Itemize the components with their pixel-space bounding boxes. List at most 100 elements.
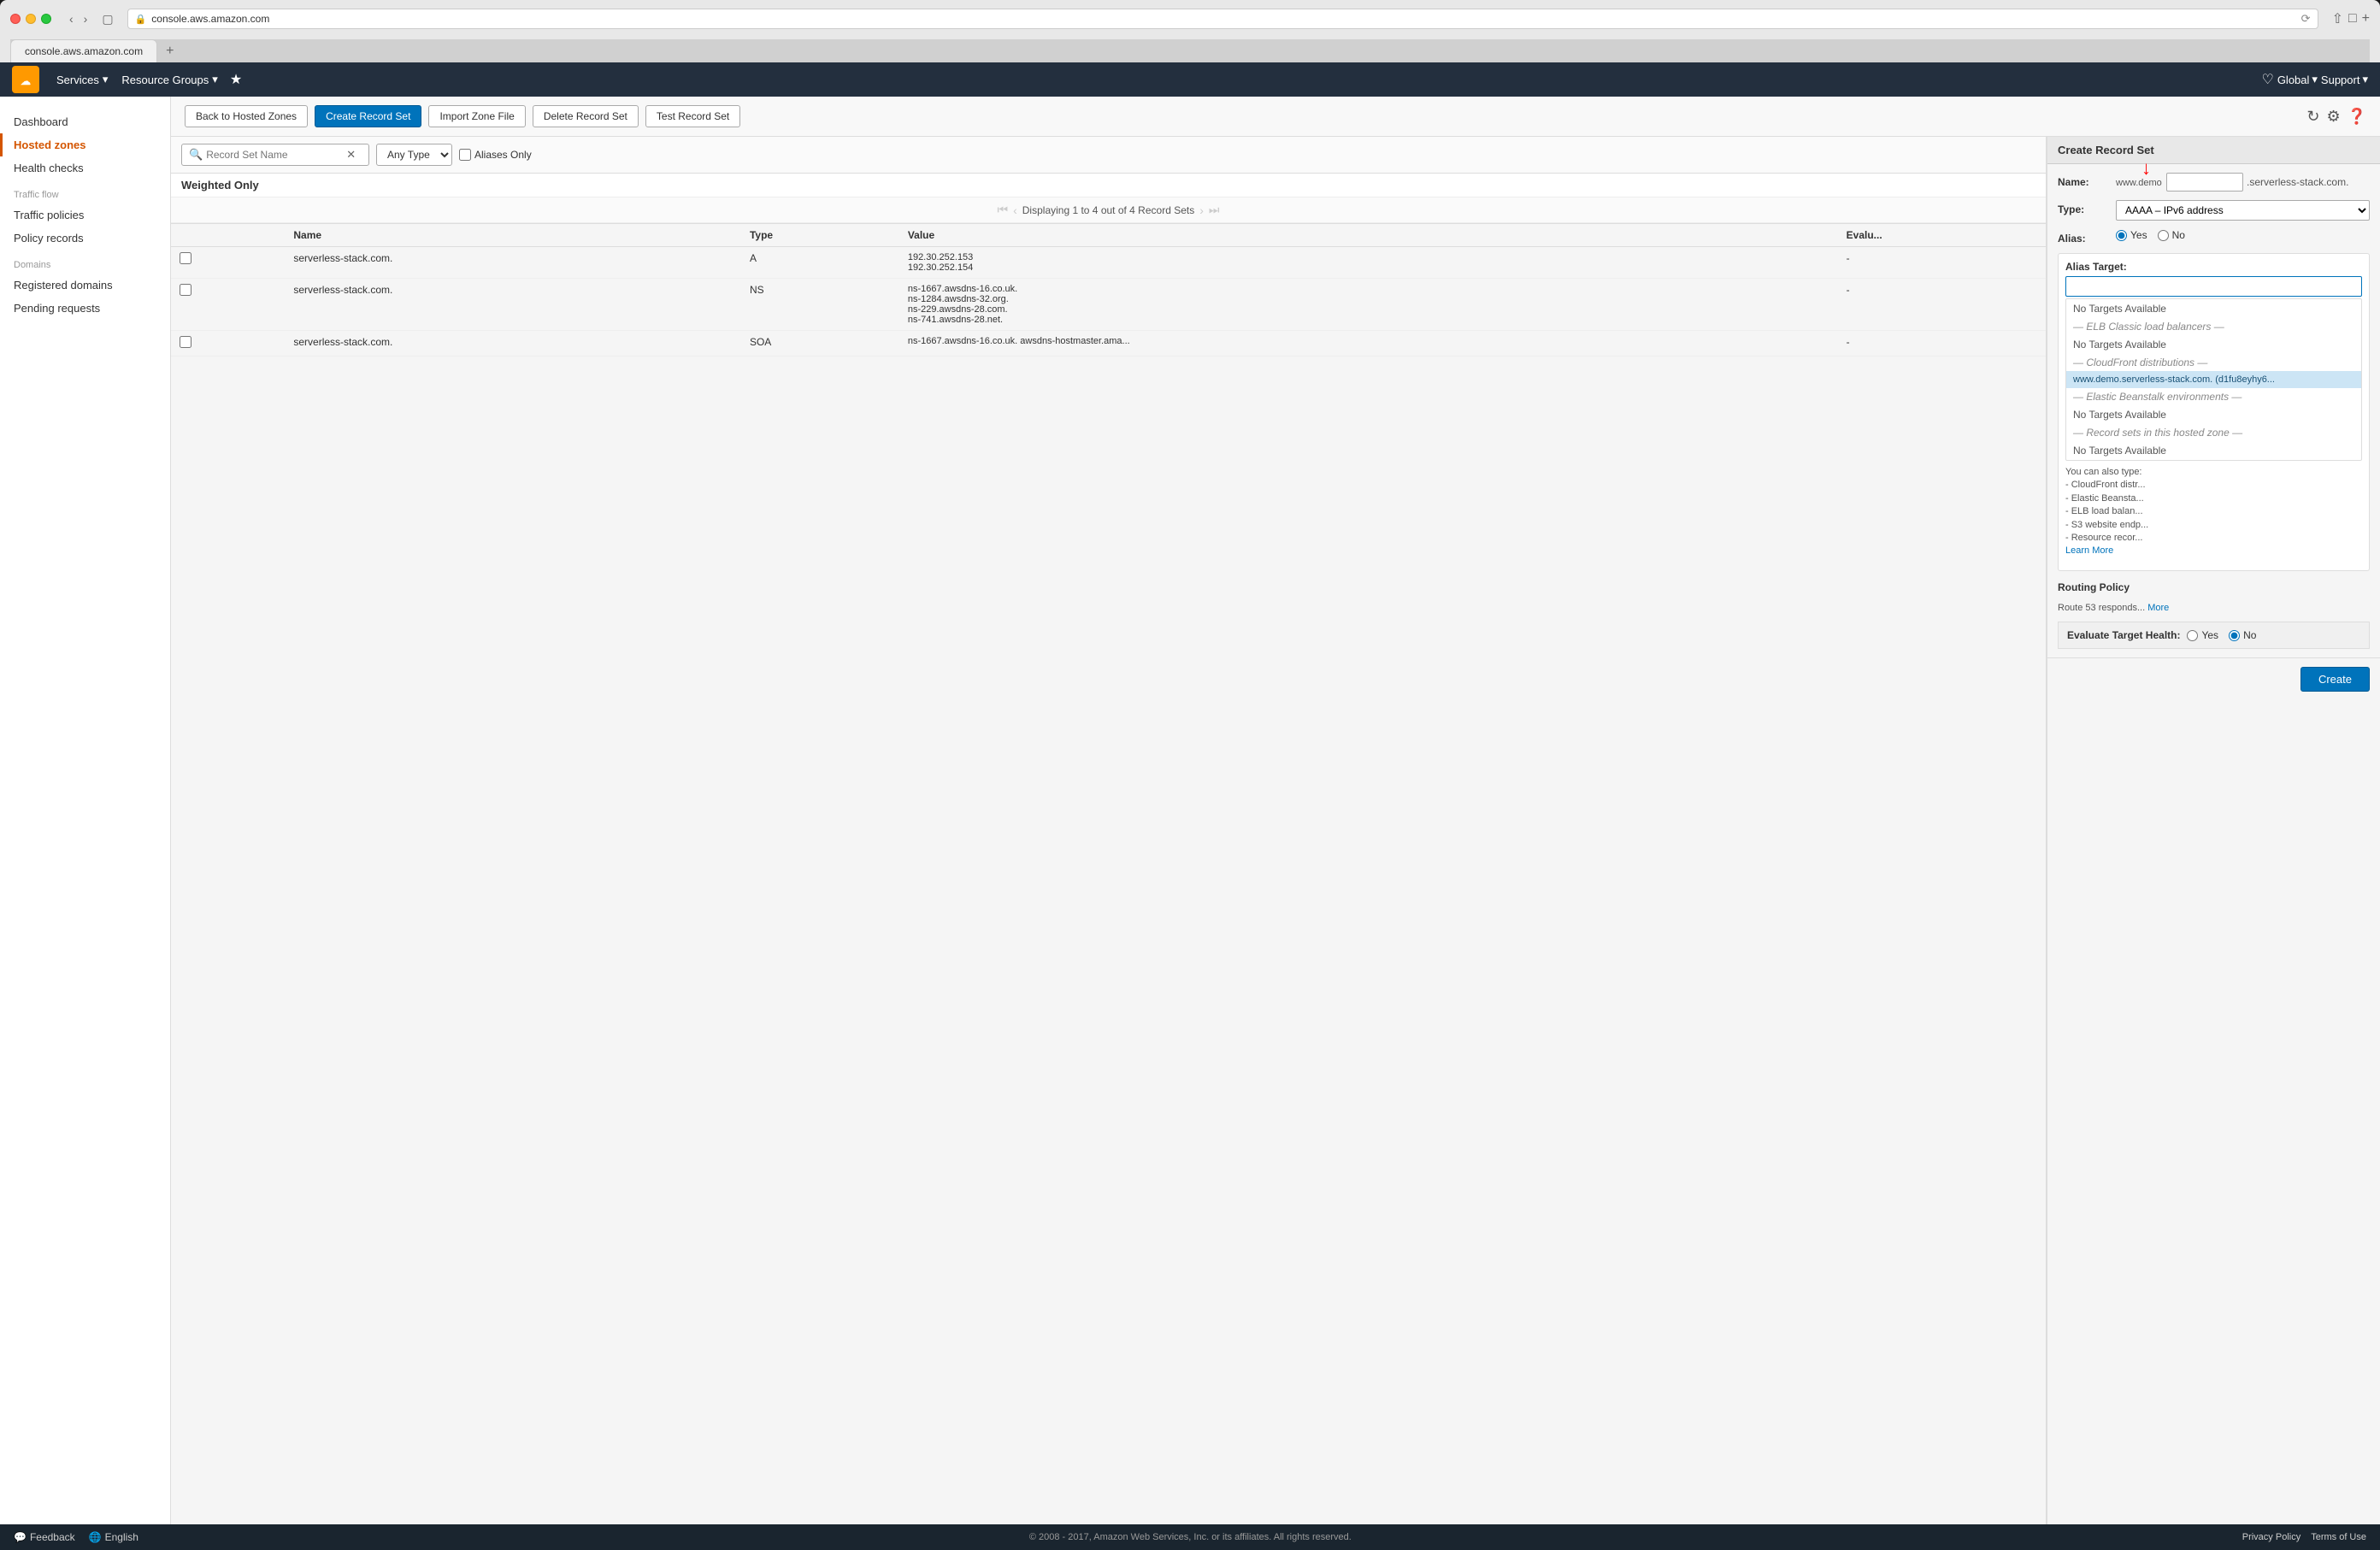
routing-policy-desc: Route 53 responds... More <box>2058 602 2370 615</box>
evaluate-yes-radio[interactable] <box>2187 630 2198 641</box>
help-icon[interactable]: ❓ <box>2348 108 2366 126</box>
settings-icon[interactable]: ⚙ <box>2326 108 2340 126</box>
routing-policy-label: Routing Policy <box>2058 578 2130 593</box>
add-tab-button[interactable]: + <box>157 40 182 62</box>
row-evaluate-1: - <box>1838 279 2046 331</box>
dropdown-item-4[interactable]: www.demo.serverless-stack.com. (d1fu8eyh… <box>2066 371 2361 388</box>
share-button[interactable]: ⇧ <box>2332 10 2343 27</box>
alias-radio-group: Yes No <box>2116 229 2185 241</box>
maximize-button[interactable] <box>41 14 51 24</box>
table-row[interactable]: serverless-stack.com. A 192.30.252.153 1… <box>171 247 2046 279</box>
aliases-only-label[interactable]: Aliases Only <box>459 149 532 161</box>
import-zone-file-button[interactable]: Import Zone File <box>428 105 525 127</box>
col-type: Type <box>741 224 899 247</box>
alias-yes-label[interactable]: Yes <box>2116 229 2147 241</box>
alias-yes-text: Yes <box>2130 229 2147 241</box>
language-label: English <box>105 1531 138 1543</box>
resource-groups-label: Resource Groups <box>121 74 209 86</box>
evaluate-yes-label[interactable]: Yes <box>2187 629 2218 641</box>
dropdown-item-0[interactable]: No Targets Available <box>2066 299 2361 318</box>
region-button[interactable]: Global ▾ <box>2277 73 2318 86</box>
pending-requests-label: Pending requests <box>14 302 100 315</box>
row-checkbox-2[interactable] <box>180 336 191 348</box>
address-bar: 🔒 console.aws.amazon.com ⟳ <box>127 9 2318 29</box>
prev-page-button[interactable]: ‹ <box>1013 203 1017 217</box>
bookmarks-button[interactable]: ★ <box>225 71 247 88</box>
first-page-button[interactable]: ⏮ <box>997 203 1008 217</box>
support-button[interactable]: Support ▾ <box>2321 73 2368 86</box>
search-input-wrap: 🔍 ✕ <box>181 144 369 166</box>
back-to-hosted-zones-button[interactable]: Back to Hosted Zones <box>185 105 308 127</box>
dropdown-item-2[interactable]: No Targets Available <box>2066 335 2361 354</box>
evaluate-label: Evaluate Target Health: <box>2067 629 2180 641</box>
type-row: Type: AAAA – IPv6 address <box>2058 200 2370 221</box>
resource-groups-button[interactable]: Resource Groups ▾ <box>115 73 224 86</box>
services-menu-button[interactable]: Services ▾ <box>50 73 115 86</box>
sidebar-item-policy-records[interactable]: Policy records <box>0 227 170 250</box>
terms-of-use-link[interactable]: Terms of Use <box>2311 1532 2366 1542</box>
row-checkbox-0[interactable] <box>180 252 191 264</box>
routing-more-link[interactable]: More <box>2147 603 2169 613</box>
type-select-full[interactable]: AAAA – IPv6 address <box>2116 200 2370 221</box>
create-button[interactable]: Create <box>2300 667 2370 692</box>
table-row[interactable]: serverless-stack.com. NS ns-1667.awsdns-… <box>171 279 2046 331</box>
aliases-only-checkbox[interactable] <box>459 149 471 161</box>
sidebar-toggle-button[interactable]: ▢ <box>102 12 113 27</box>
alias-target-form-label: Alias Target: <box>2065 261 2362 273</box>
new-tab-button[interactable]: + <box>2362 11 2370 27</box>
alias-no-radio[interactable] <box>2158 230 2169 241</box>
col-evaluate: Evalu... <box>1838 224 2046 247</box>
sidebar-item-dashboard[interactable]: Dashboard <box>0 110 170 133</box>
sidebar-item-health-checks[interactable]: Health checks <box>0 156 170 180</box>
table-row[interactable]: serverless-stack.com. SOA ns-1667.awsdns… <box>171 331 2046 357</box>
active-tab[interactable]: console.aws.amazon.com <box>10 39 157 62</box>
row-value-0: 192.30.252.153 192.30.252.154 <box>899 247 1838 279</box>
pagination-bar: ⏮ ‹ Displaying 1 to 4 out of 4 Record Se… <box>171 197 2046 223</box>
reload-button[interactable]: ⟳ <box>2301 12 2311 26</box>
learn-more-link[interactable]: Learn More <box>2065 545 2113 556</box>
close-button[interactable] <box>10 14 21 24</box>
alias-no-label[interactable]: No <box>2158 229 2185 241</box>
search-clear-icon[interactable]: ✕ <box>346 148 356 162</box>
delete-record-set-button[interactable]: Delete Record Set <box>533 105 639 127</box>
sidebar-item-hosted-zones[interactable]: Hosted zones <box>0 133 170 156</box>
sidebar-item-pending-requests[interactable]: Pending requests <box>0 297 170 320</box>
search-bar: 🔍 ✕ Any Type Aliases Only <box>171 137 2046 174</box>
evaluate-no-radio[interactable] <box>2229 630 2240 641</box>
language-button[interactable]: 🌐 English <box>89 1531 138 1543</box>
test-record-set-button[interactable]: Test Record Set <box>645 105 740 127</box>
col-check <box>171 224 285 247</box>
dropdown-item-7: — Record sets in this hosted zone — <box>2066 424 2361 441</box>
aliases-only-text: Aliases Only <box>474 149 532 161</box>
pagination-text: Displaying 1 to 4 out of 4 Record Sets <box>1022 204 1194 216</box>
evaluate-radio-group: Yes No <box>2187 629 2256 641</box>
domains-section: Domains <box>0 250 170 274</box>
sidebar-item-registered-domains[interactable]: Registered domains <box>0 274 170 297</box>
type-select[interactable]: Any Type <box>376 144 452 166</box>
last-page-button[interactable]: ⏭ <box>1209 203 1220 217</box>
services-chevron-icon: ▾ <box>103 73 109 86</box>
refresh-icon[interactable]: ↻ <box>2306 108 2319 126</box>
alias-yes-radio[interactable] <box>2116 230 2127 241</box>
dropdown-item-6[interactable]: No Targets Available <box>2066 405 2361 424</box>
create-record-set-button[interactable]: Create Record Set <box>315 105 421 127</box>
registered-domains-label: Registered domains <box>14 279 113 292</box>
name-input[interactable] <box>2166 173 2243 192</box>
feedback-button[interactable]: 💬 Feedback <box>14 1531 75 1543</box>
sidebar-item-traffic-policies[interactable]: Traffic policies <box>0 203 170 227</box>
next-page-button[interactable]: › <box>1199 203 1204 217</box>
traffic-flow-section: Traffic flow <box>0 180 170 203</box>
row-checkbox-1[interactable] <box>180 284 191 296</box>
record-list-pane: 🔍 ✕ Any Type Aliases Only Weighted Only <box>171 137 2047 1524</box>
minimize-button[interactable] <box>26 14 36 24</box>
search-input[interactable] <box>206 149 343 161</box>
dropdown-item-8[interactable]: No Targets Available <box>2066 441 2361 460</box>
forward-nav-button[interactable]: › <box>80 10 92 27</box>
resize-button[interactable]: □ <box>2348 11 2357 27</box>
alias-target-input[interactable] <box>2065 276 2362 297</box>
dropdown-item-3: — CloudFront distributions — <box>2066 354 2361 371</box>
privacy-policy-link[interactable]: Privacy Policy <box>2242 1532 2300 1542</box>
back-nav-button[interactable]: ‹ <box>65 10 78 27</box>
evaluate-no-label[interactable]: No <box>2229 629 2256 641</box>
notifications-button[interactable]: ♡ <box>2261 71 2273 88</box>
